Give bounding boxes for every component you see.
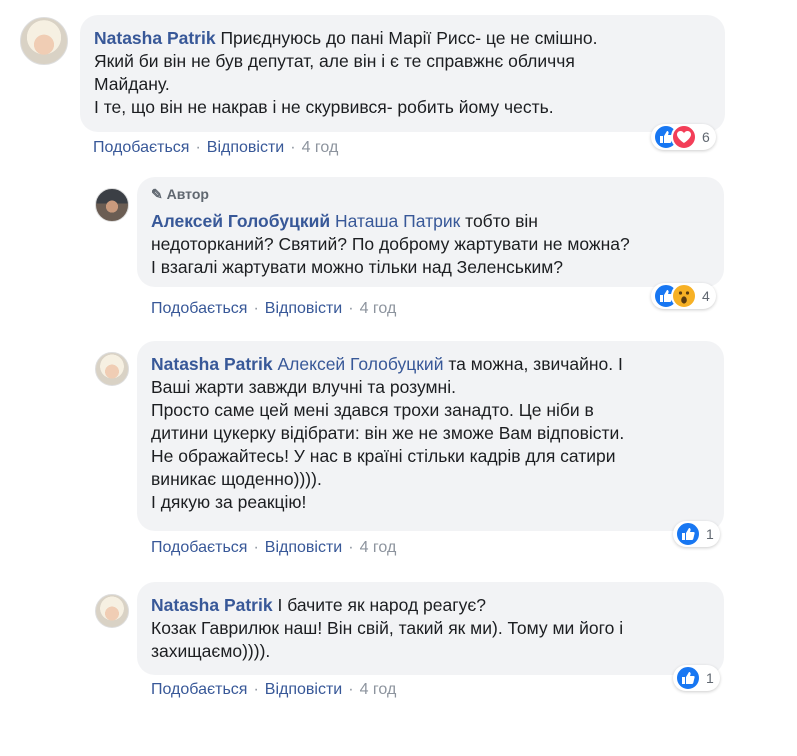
separator: · bbox=[195, 139, 201, 156]
avatar[interactable] bbox=[20, 17, 68, 65]
avatar[interactable] bbox=[95, 188, 129, 222]
mention-link[interactable]: Наташа Патрик bbox=[335, 211, 460, 231]
separator: · bbox=[348, 539, 354, 556]
reaction-summary[interactable]: 6 bbox=[651, 124, 716, 150]
timestamp[interactable]: 4 год bbox=[360, 539, 397, 556]
reply-link[interactable]: Відповісти bbox=[265, 300, 342, 317]
comment-author[interactable]: Natasha Patrik bbox=[151, 354, 273, 374]
comment-text: недоторканий? Святий? По доброму жартува… bbox=[151, 234, 630, 254]
separator: · bbox=[253, 681, 259, 698]
reaction-count: 1 bbox=[706, 526, 714, 542]
reaction-count: 4 bbox=[702, 288, 710, 304]
separator: · bbox=[253, 539, 259, 556]
timestamp[interactable]: 4 год bbox=[302, 139, 339, 156]
comment-author[interactable]: Natasha Patrik bbox=[94, 28, 216, 48]
comment-actions: Подобається · Відповісти · 4 год bbox=[151, 539, 396, 557]
comment-text: І бачите як народ реагує? bbox=[277, 595, 487, 615]
comment-text: Не ображайтесь! У нас в країні стільки к… bbox=[151, 446, 616, 466]
reply-link[interactable]: Відповісти bbox=[207, 139, 284, 156]
like-link[interactable]: Подобається bbox=[151, 539, 247, 556]
timestamp[interactable]: 4 год bbox=[360, 300, 397, 317]
love-icon bbox=[671, 124, 697, 150]
like-link[interactable]: Подобається bbox=[151, 300, 247, 317]
comment-bubble: ✎ Автор Алексей Голобуцкий Наташа Патрик… bbox=[137, 177, 724, 287]
comment-text: дитини цукерку відібрати: він же не змож… bbox=[151, 423, 625, 443]
reply-link[interactable]: Відповісти bbox=[265, 681, 342, 698]
comment-actions: Подобається · Відповісти · 4 год bbox=[93, 139, 338, 157]
mention-link[interactable]: Алексей Голобуцкий bbox=[277, 354, 443, 374]
comment-text: тобто він bbox=[465, 211, 538, 231]
reaction-count: 1 bbox=[706, 670, 714, 686]
comment-author[interactable]: Natasha Patrik bbox=[151, 595, 273, 615]
like-link[interactable]: Подобається bbox=[93, 139, 189, 156]
like-link[interactable]: Подобається bbox=[151, 681, 247, 698]
comment-author[interactable]: Алексей Голобуцкий bbox=[151, 211, 330, 231]
comment-bubble: Natasha Patrik Алексей Голобуцкий та мож… bbox=[137, 341, 724, 531]
author-badge: ✎ Автор bbox=[151, 186, 209, 202]
comment-text: захищаємо)))). bbox=[151, 641, 271, 661]
comment-text: І взагалі жартувати можно тільки над Зел… bbox=[151, 257, 564, 277]
like-icon bbox=[675, 521, 701, 547]
reaction-count: 6 bbox=[702, 129, 710, 145]
comment-bubble: Natasha Patrik І бачите як народ реагує?… bbox=[137, 582, 724, 675]
like-icon bbox=[675, 665, 701, 691]
comment-text: Який би він не був депутат, але він і є … bbox=[94, 51, 575, 71]
comment-actions: Подобається · Відповісти · 4 год bbox=[151, 300, 396, 318]
comment-actions: Подобається · Відповісти · 4 год bbox=[151, 681, 396, 699]
timestamp[interactable]: 4 год bbox=[360, 681, 397, 698]
comment-text: Ваші жарти завжди влучні та розумні. bbox=[151, 377, 456, 397]
comment-text: та можна, звичайно. І bbox=[448, 354, 623, 374]
comment-text: виникає щоденно)))). bbox=[151, 469, 322, 489]
pencil-icon: ✎ bbox=[151, 186, 163, 202]
comment-bubble: Natasha Patrik Приєднуюсь до пані Марії … bbox=[80, 15, 725, 132]
wow-icon bbox=[671, 283, 697, 309]
comment-text: Козак Гаврилюк наш! Він свій, такий як м… bbox=[151, 618, 624, 638]
reaction-summary[interactable]: 1 bbox=[673, 521, 720, 547]
reaction-summary[interactable]: 1 bbox=[673, 665, 720, 691]
comment-text: І те, що він не накрав і не скурвився- р… bbox=[94, 97, 554, 117]
separator: · bbox=[290, 139, 296, 156]
separator: · bbox=[348, 300, 354, 317]
comment-text: Просто саме цей мені здався трохи занадт… bbox=[151, 400, 594, 420]
reply-link[interactable]: Відповісти bbox=[265, 539, 342, 556]
comment-text: Майдану. bbox=[94, 74, 170, 94]
comment-text: І дякую за реакцію! bbox=[151, 492, 307, 512]
separator: · bbox=[348, 681, 354, 698]
comment-text: Приєднуюсь до пані Марії Рисс- це не смі… bbox=[220, 28, 598, 48]
reaction-summary[interactable]: 4 bbox=[651, 283, 716, 309]
avatar[interactable] bbox=[95, 594, 129, 628]
separator: · bbox=[253, 300, 259, 317]
avatar[interactable] bbox=[95, 352, 129, 386]
